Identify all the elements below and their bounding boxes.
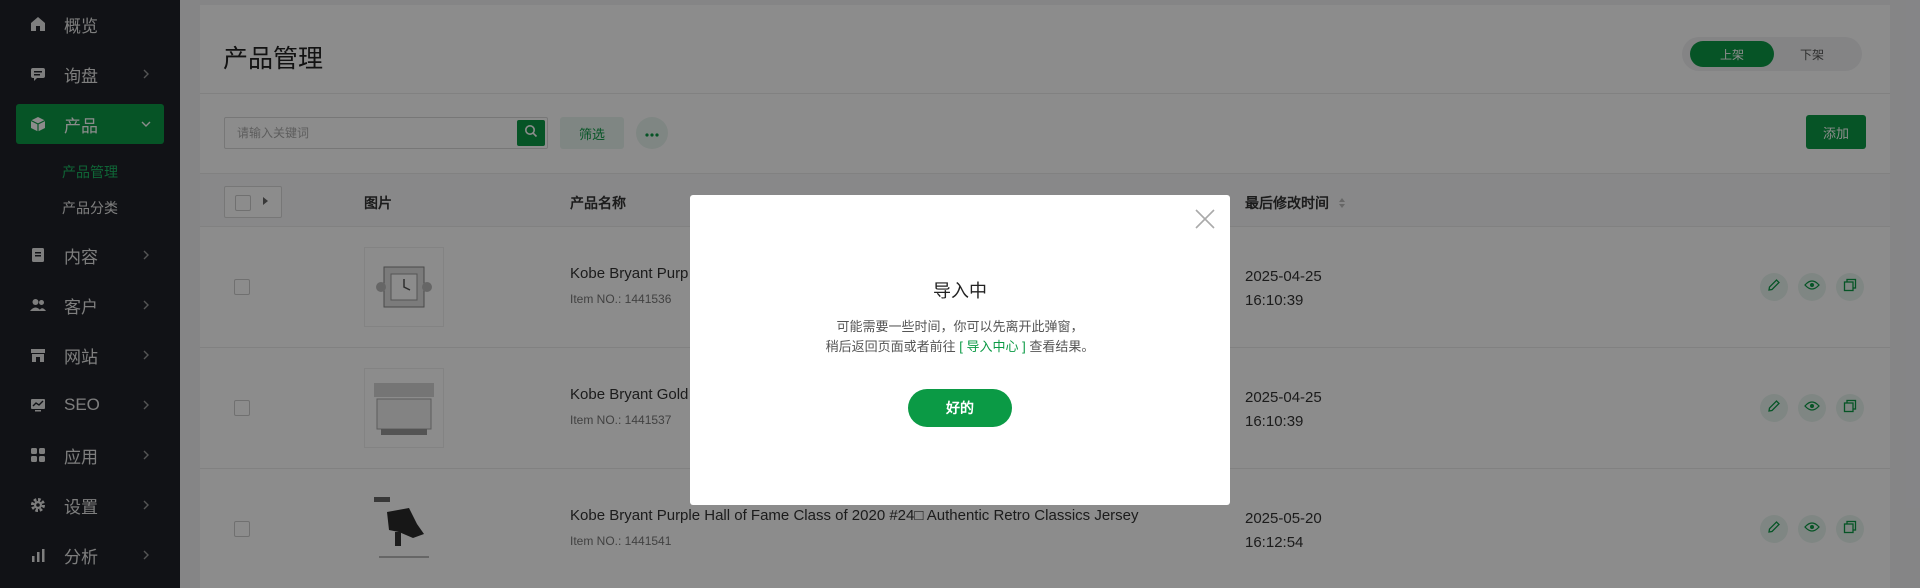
modal-message: 可能需要一些时间，你可以先离开此弹窗， 稍后返回页面或者前往 [ 导入中心 ] … [690, 317, 1230, 357]
ok-button[interactable]: 好的 [908, 389, 1012, 427]
modal-title: 导入中 [933, 281, 987, 301]
close-icon [1193, 209, 1217, 235]
import-center-link[interactable]: [ 导入中心 ] [959, 339, 1025, 354]
import-modal: 导入中 可能需要一些时间，你可以先离开此弹窗， 稍后返回页面或者前往 [ 导入中… [690, 195, 1230, 505]
modal-overlay[interactable]: 导入中 可能需要一些时间，你可以先离开此弹窗， 稍后返回页面或者前往 [ 导入中… [0, 0, 1920, 588]
modal-message-prefix: 稍后返回页面或者前往 [825, 339, 956, 354]
modal-message-line1: 可能需要一些时间，你可以先离开此弹窗， [836, 319, 1084, 334]
close-button[interactable] [1193, 207, 1217, 231]
modal-message-suffix: 查看结果。 [1029, 339, 1095, 354]
modal-message-line2: 稍后返回页面或者前往 [ 导入中心 ] 查看结果。 [690, 337, 1230, 357]
